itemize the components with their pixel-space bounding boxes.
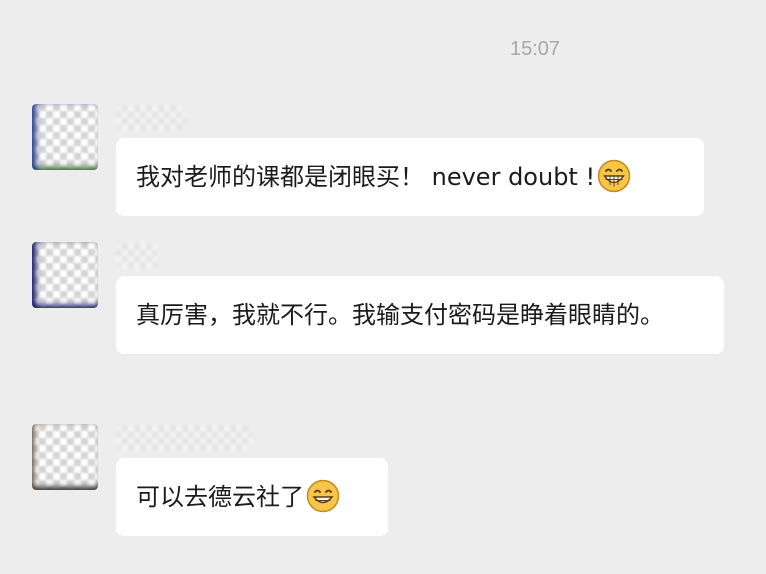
message-text: 可以去德云社了 bbox=[136, 483, 304, 511]
message-bubble[interactable]: 可以去德云社了 bbox=[116, 458, 388, 536]
sender-avatar[interactable] bbox=[32, 424, 98, 490]
sender-name-redacted bbox=[116, 244, 160, 268]
grinning-face-emoji bbox=[597, 159, 631, 193]
message-text: 真厉害，我就不行。我输支付密码是睁着眼睛的。 bbox=[136, 301, 664, 329]
sender-name-redacted bbox=[116, 106, 186, 130]
sender-avatar[interactable] bbox=[32, 104, 98, 170]
message-bubble[interactable]: 我对老师的课都是闭眼买！ never doubt ! bbox=[116, 138, 704, 216]
message-timestamp: 15:07 bbox=[509, 38, 561, 60]
sender-name-redacted bbox=[116, 426, 252, 450]
message-bubble[interactable]: 真厉害，我就不行。我输支付密码是睁着眼睛的。 bbox=[116, 276, 724, 354]
grinning-squinting-face-emoji bbox=[306, 479, 340, 513]
sender-avatar[interactable] bbox=[32, 242, 98, 308]
message-text: 我对老师的课都是闭眼买！ never doubt ! bbox=[136, 163, 596, 191]
